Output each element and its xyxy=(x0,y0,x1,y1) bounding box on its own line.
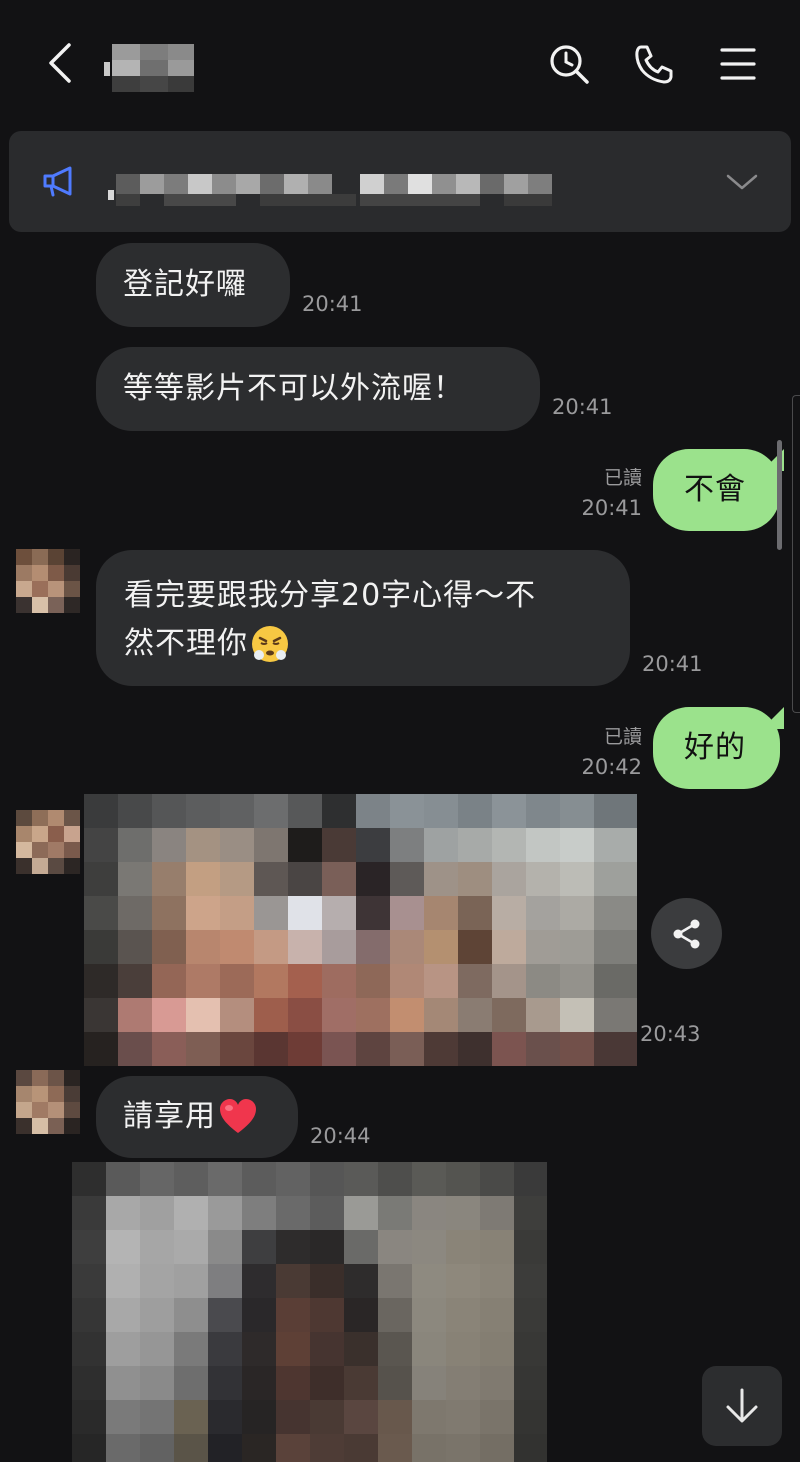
message-bubble-outgoing[interactable]: 好的 xyxy=(653,707,780,789)
message-time: 20:41 xyxy=(581,496,642,520)
message-bubble-incoming[interactable]: 等等影片不可以外流喔！ xyxy=(96,347,540,431)
message-time: 20:43 xyxy=(640,1022,701,1046)
huffing-face-emoji xyxy=(250,624,290,664)
image-message[interactable] xyxy=(72,1162,547,1462)
chevron-down-icon xyxy=(726,174,758,190)
message-text: 不會 xyxy=(684,472,746,507)
red-heart-emoji xyxy=(218,1097,258,1137)
sender-avatar[interactable] xyxy=(16,810,80,874)
announcement-button[interactable] xyxy=(40,164,80,200)
read-receipt: 已讀 xyxy=(603,467,642,489)
message-text: 等等影片不可以外流喔！ xyxy=(123,371,464,406)
scrollbar-track[interactable] xyxy=(792,395,800,713)
menu-button[interactable] xyxy=(714,40,762,88)
search-button[interactable] xyxy=(545,40,593,88)
pixelated-photo xyxy=(72,1162,547,1462)
message-text: 登記好囉 xyxy=(123,267,247,302)
message-text: 請享用 xyxy=(123,1099,216,1134)
message-bubble-outgoing[interactable]: 不會 xyxy=(653,449,780,531)
message-time: 20:42 xyxy=(581,755,642,779)
announcement-text-blurred xyxy=(108,160,568,206)
search-clock-icon xyxy=(550,45,589,84)
message-text-line: 然不理你 xyxy=(124,626,248,661)
contact-name-blurred[interactable] xyxy=(104,44,196,94)
share-button[interactable] xyxy=(651,898,722,969)
message-bubble-incoming[interactable]: 看完要跟我分享20字心得～不 然不理你 xyxy=(96,550,630,686)
image-message[interactable] xyxy=(84,794,637,1066)
read-receipt: 已讀 xyxy=(603,726,642,748)
arrow-down-icon xyxy=(726,1388,758,1423)
message-text-line-wrap: 然不理你 xyxy=(124,620,290,668)
pixelated-photo xyxy=(84,794,637,1066)
message-text-line: 看完要跟我分享20字心得～不 xyxy=(124,578,537,613)
phone-icon xyxy=(635,45,673,84)
menu-icon xyxy=(720,48,756,80)
message-bubble-incoming[interactable]: 登記好囉 xyxy=(96,243,290,327)
announcement-expand-button[interactable] xyxy=(724,166,760,198)
sender-avatar[interactable] xyxy=(16,549,80,613)
back-arrow-icon xyxy=(49,43,71,83)
scroll-to-bottom-button[interactable] xyxy=(702,1366,782,1446)
message-time: 20:41 xyxy=(302,292,363,316)
back-button[interactable] xyxy=(40,38,80,88)
call-button[interactable] xyxy=(630,40,678,88)
megaphone-icon xyxy=(43,166,72,197)
message-time: 20:41 xyxy=(552,395,613,419)
message-text: 好的 xyxy=(684,730,746,765)
chat-header xyxy=(0,0,800,128)
message-time: 20:44 xyxy=(310,1124,371,1148)
scrollbar-thumb[interactable] xyxy=(777,440,782,550)
bubble-tail xyxy=(762,707,784,729)
message-bubble-incoming[interactable]: 請享用 xyxy=(96,1076,298,1158)
message-time: 20:41 xyxy=(642,652,703,676)
sender-avatar[interactable] xyxy=(16,1070,80,1134)
share-icon xyxy=(673,919,699,948)
